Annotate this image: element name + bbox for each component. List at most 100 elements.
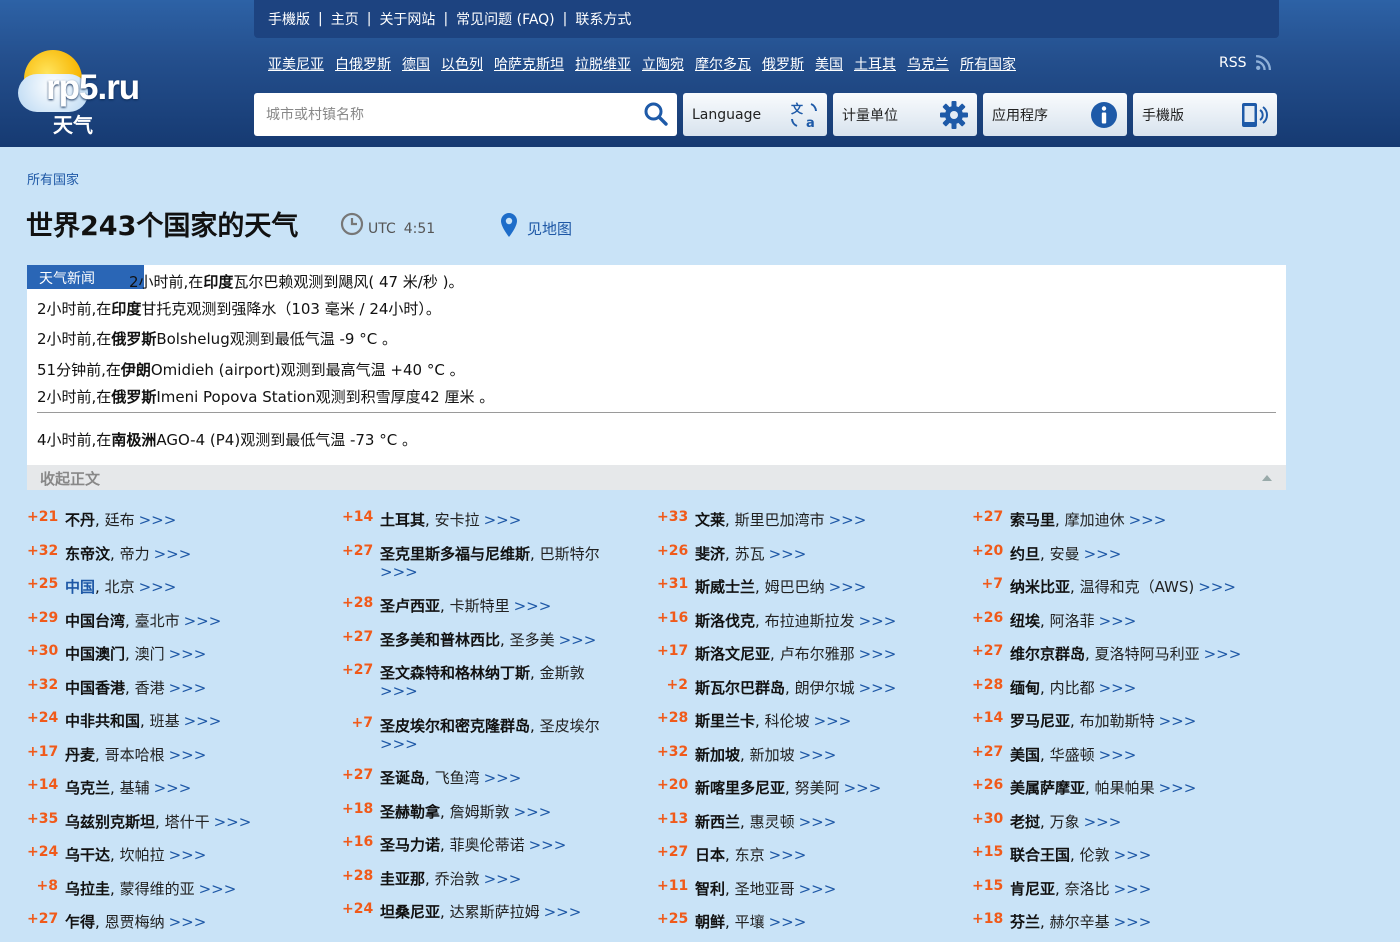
more-link[interactable]: >>> [814, 712, 852, 730]
more-link[interactable]: >>> [1084, 545, 1122, 563]
more-link[interactable]: >>> [214, 813, 252, 831]
country-link[interactable]: 摩尔多瓦 [695, 54, 751, 74]
more-link[interactable]: >>> [380, 563, 418, 581]
mobile-button[interactable]: 手機版 [1133, 93, 1277, 136]
country-name[interactable]: 斯洛文尼亚 [695, 645, 770, 663]
country-link[interactable]: 拉脱维亚 [575, 54, 631, 74]
country-name[interactable]: 圣诞岛 [380, 769, 425, 787]
country-name[interactable]: 日本 [695, 846, 725, 864]
country-name[interactable]: 新西兰 [695, 813, 740, 831]
more-link[interactable]: >>> [529, 836, 567, 854]
more-link[interactable]: >>> [154, 545, 192, 563]
country-name[interactable]: 圣马力诺 [380, 836, 440, 854]
search-icon[interactable] [643, 101, 669, 127]
country-link[interactable]: 美国 [815, 54, 843, 74]
country-link[interactable]: 白俄罗斯 [335, 54, 391, 74]
country-name[interactable]: 圣文森特和格林纳丁斯 [380, 664, 530, 682]
news-item[interactable]: 4小时前,在南极洲AGO-4 (P4)观测到最低气温 -73 °C 。 [37, 429, 417, 450]
more-link[interactable]: >>> [154, 779, 192, 797]
more-link[interactable]: >>> [139, 578, 177, 596]
more-link[interactable]: >>> [380, 682, 418, 700]
more-link[interactable]: >>> [484, 870, 522, 888]
nav-faq[interactable]: 常见问题 (FAQ) [456, 9, 555, 29]
more-link[interactable]: >>> [769, 846, 807, 864]
news-item[interactable]: 2小时前,在俄罗斯Bolshelug观测到最低气温 -9 °C 。 [37, 328, 397, 349]
country-name[interactable]: 乌干达 [65, 846, 110, 864]
more-link[interactable]: >>> [1159, 712, 1197, 730]
country-link[interactable]: 以色列 [441, 54, 483, 74]
more-link[interactable]: >>> [769, 545, 807, 563]
more-link[interactable]: >>> [514, 597, 552, 615]
map-link[interactable]: 见地图 [527, 218, 572, 239]
collapse-bar[interactable]: 收起正文 [27, 465, 1286, 490]
rss-link[interactable]: RSS [1219, 54, 1272, 71]
news-item[interactable]: 2小时前,在印度甘托克观测到强降水（103 毫米 / 24小时）。 [37, 298, 441, 319]
country-link[interactable]: 土耳其 [854, 54, 896, 74]
country-name[interactable]: 中非共和国 [65, 712, 140, 730]
country-name[interactable]: 不丹 [65, 511, 95, 529]
more-link[interactable]: >>> [799, 813, 837, 831]
country-name[interactable]: 罗马尼亚 [1010, 712, 1070, 730]
country-name[interactable]: 圣皮埃尔和密克隆群岛 [380, 717, 530, 735]
more-link[interactable]: >>> [1099, 612, 1137, 630]
country-name[interactable]: 乍得 [65, 913, 95, 931]
nav-mobile[interactable]: 手機版 [268, 9, 310, 29]
more-link[interactable]: >>> [844, 779, 882, 797]
more-link[interactable]: >>> [1084, 813, 1122, 831]
more-link[interactable]: >>> [799, 880, 837, 898]
country-name[interactable]: 圣卢西亚 [380, 597, 440, 615]
more-link[interactable]: >>> [1198, 578, 1236, 596]
search-input[interactable] [266, 103, 626, 127]
more-link[interactable]: >>> [859, 612, 897, 630]
more-link[interactable]: >>> [169, 913, 207, 931]
more-link[interactable]: >>> [859, 679, 897, 697]
country-name[interactable]: 坦桑尼亚 [380, 903, 440, 921]
country-name[interactable]: 圣多美和普林西比 [380, 631, 500, 649]
country-name[interactable]: 中国香港 [65, 679, 125, 697]
country-name[interactable]: 纳米比亚 [1010, 578, 1070, 596]
more-link[interactable]: >>> [484, 511, 522, 529]
map-pin-icon[interactable] [499, 212, 519, 238]
more-link[interactable]: >>> [484, 769, 522, 787]
country-name[interactable]: 斯洛伐克 [695, 612, 755, 630]
more-link[interactable]: >>> [514, 803, 552, 821]
country-name[interactable]: 圣克里斯多福与尼维斯 [380, 545, 530, 563]
country-name[interactable]: 缅甸 [1010, 679, 1040, 697]
country-name[interactable]: 乌兹别克斯坦 [65, 813, 155, 831]
nav-contact[interactable]: 联系方式 [575, 9, 631, 29]
country-name[interactable]: 新喀里多尼亚 [695, 779, 785, 797]
country-name[interactable]: 索马里 [1010, 511, 1055, 529]
country-link[interactable]: 立陶宛 [642, 54, 684, 74]
units-button[interactable]: 计量单位 [833, 93, 977, 136]
country-name[interactable]: 中国台湾 [65, 612, 125, 630]
country-name[interactable]: 维尔京群岛 [1010, 645, 1085, 663]
country-name[interactable]: 文莱 [695, 511, 725, 529]
more-link[interactable]: >>> [169, 679, 207, 697]
more-link[interactable]: >>> [1129, 511, 1167, 529]
country-name[interactable]: 斯瓦尔巴群岛 [695, 679, 785, 697]
site-logo[interactable]: rp5.ru 天气 [14, 38, 174, 138]
news-item[interactable]: 2小时前,在印度瓦尔巴赖观测到飓风( 47 米/秒 )。 [129, 271, 463, 292]
country-name[interactable]: 美属萨摩亚 [1010, 779, 1085, 797]
country-name[interactable]: 中国 [65, 578, 95, 596]
country-name[interactable]: 斯里兰卡 [695, 712, 755, 730]
more-link[interactable]: >>> [829, 578, 867, 596]
country-name[interactable]: 中国澳门 [65, 645, 125, 663]
more-link[interactable]: >>> [1159, 779, 1197, 797]
country-name[interactable]: 乌克兰 [65, 779, 110, 797]
language-button[interactable]: Language 文 a [683, 93, 827, 136]
country-name[interactable]: 东帝汶 [65, 545, 110, 563]
country-link[interactable]: 德国 [402, 54, 430, 74]
country-name[interactable]: 斯威士兰 [695, 578, 755, 596]
more-link[interactable]: >>> [829, 511, 867, 529]
country-name[interactable]: 约旦 [1010, 545, 1040, 563]
news-item[interactable]: 2小时前,在俄罗斯Imeni Popova Station观测到积雪厚度42 厘… [37, 386, 494, 407]
more-link[interactable]: >>> [1114, 913, 1152, 931]
country-link[interactable]: 乌克兰 [907, 54, 949, 74]
country-name[interactable]: 土耳其 [380, 511, 425, 529]
country-name[interactable]: 圣赫勒拿 [380, 803, 440, 821]
country-name[interactable]: 老挝 [1010, 813, 1040, 831]
more-link[interactable]: >>> [139, 511, 177, 529]
all-countries-link[interactable]: 所有国家 [960, 54, 1016, 74]
more-link[interactable]: >>> [1114, 880, 1152, 898]
